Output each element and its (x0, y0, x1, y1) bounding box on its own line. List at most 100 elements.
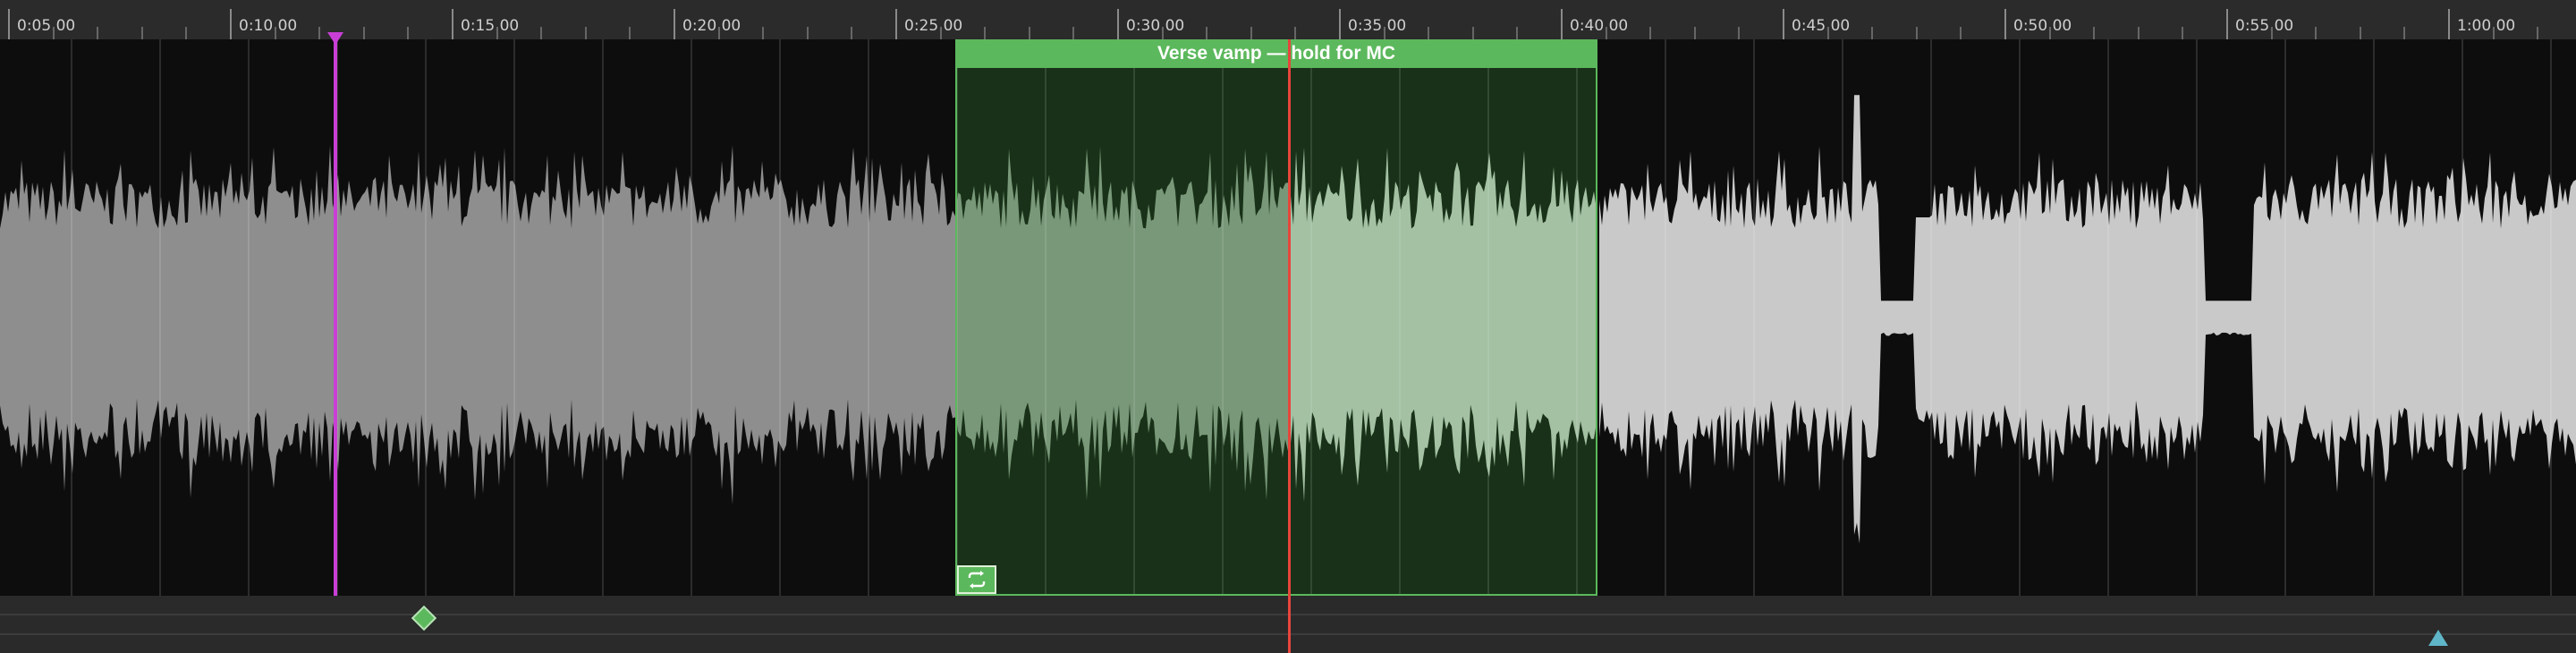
ruler-minor-tick (762, 27, 765, 39)
ruler-minor-tick (1738, 27, 1741, 39)
ruler-tick-label: 0:50.00 (2013, 17, 2072, 35)
ruler-tick: 0:05.00 (8, 9, 75, 39)
cue-playhead[interactable] (327, 32, 343, 596)
grid-line (2373, 39, 2375, 596)
ruler-minor-tick (140, 27, 143, 39)
ruler-tick: 0:20.00 (674, 9, 741, 39)
ruler-minor-tick (1428, 27, 1430, 39)
waveform-segment (0, 145, 955, 505)
ruler-minor-tick (1605, 27, 1607, 39)
grid-line (2550, 39, 2552, 596)
ruler-tick: 0:40.00 (1561, 9, 1628, 39)
ruler-minor-tick (185, 27, 188, 39)
ruler-minor-tick (1693, 27, 1696, 39)
ruler-minor-tick (318, 27, 321, 39)
ruler-minor-tick (1294, 27, 1297, 39)
ruler-tick-label: 0:30.00 (1126, 17, 1185, 35)
ruler-tick-label: 0:25.00 (904, 17, 963, 35)
loop-icon (968, 571, 986, 589)
grid-line (2462, 39, 2463, 596)
grid-line (248, 39, 250, 596)
loop-region[interactable]: Verse vamp — hold for MC (955, 39, 1597, 596)
ruler-minor-tick (2537, 27, 2539, 39)
ruler-minor-tick (2093, 27, 2096, 39)
region-label[interactable]: Verse vamp — hold for MC (955, 39, 1597, 68)
ruler-tick: 1:00.00 (2448, 9, 2515, 39)
grid-line (513, 39, 515, 596)
ruler-minor-tick (1960, 27, 1962, 39)
grid-line (1842, 39, 1843, 596)
ruler-tick-label: 0:20.00 (682, 17, 741, 35)
diamond-marker-icon[interactable] (411, 605, 437, 632)
grid-line (602, 39, 604, 596)
grid-line (1665, 39, 1666, 596)
ruler-minor-tick (2315, 27, 2318, 39)
ruler-minor-tick (984, 27, 987, 39)
ruler-minor-tick (629, 27, 631, 39)
waveform-segment (1599, 95, 2576, 544)
ruler-minor-tick (274, 27, 276, 39)
ruler-tick-label: 0:45.00 (1792, 17, 1851, 35)
grid-line (691, 39, 692, 596)
ruler-minor-tick (2137, 27, 2140, 39)
ruler-minor-tick (584, 27, 587, 39)
ruler-tick-label: 0:05.00 (17, 17, 76, 35)
grid-line (1930, 39, 1932, 596)
ruler-minor-tick (717, 27, 720, 39)
timeline-ruler[interactable]: 0:05.00 0:10.00 0:15.00 0:20.00 0:25.00 0:30.… (0, 0, 2576, 41)
playhead-line (334, 39, 337, 596)
ruler-minor-tick (1028, 27, 1030, 39)
ruler-minor-tick (939, 27, 942, 39)
ruler-minor-tick (2359, 27, 2361, 39)
ruler-minor-tick (2048, 27, 2051, 39)
ruler-minor-tick (806, 27, 809, 39)
ruler-minor-tick (1915, 27, 1918, 39)
ruler-minor-tick (1206, 27, 1208, 39)
ruler-minor-tick (496, 27, 498, 39)
ruler-minor-tick (851, 27, 853, 39)
ruler-minor-tick (2492, 27, 2495, 39)
grid-line (868, 39, 869, 596)
ruler-minor-tick (1649, 27, 1652, 39)
grid-line (2107, 39, 2109, 596)
ruler-minor-tick (1072, 27, 1075, 39)
ruler-minor-tick (2270, 27, 2273, 39)
ruler-tick: 0:10.00 (230, 9, 297, 39)
grid-line (779, 39, 781, 596)
ruler-minor-tick (97, 27, 99, 39)
ruler-tick: 0:30.00 (1117, 9, 1184, 39)
ruler-minor-tick (1871, 27, 1874, 39)
grid-line (159, 39, 161, 596)
ruler-minor-tick (1516, 27, 1519, 39)
grid-line (1753, 39, 1755, 596)
ruler-tick-label: 0:55.00 (2235, 17, 2294, 35)
ruler-minor-tick (1250, 27, 1252, 39)
grid-line (425, 39, 427, 596)
ruler-minor-tick (52, 27, 55, 39)
ruler-tick: 0:55.00 (2226, 9, 2293, 39)
ruler-tick: 0:45.00 (1783, 9, 1850, 39)
ruler-tick-label: 0:35.00 (1348, 17, 1407, 35)
grid-line (2284, 39, 2286, 596)
triangle-marker-icon[interactable] (2428, 630, 2448, 646)
grid-line (71, 39, 72, 596)
ruler-tick: 0:15.00 (452, 9, 519, 39)
ruler-tick: 0:50.00 (2004, 9, 2072, 39)
ruler-minor-tick (2182, 27, 2184, 39)
playhead[interactable] (1288, 39, 1291, 653)
ruler-tick-label: 1:00.00 (2457, 17, 2516, 35)
ruler-minor-tick (407, 27, 410, 39)
ruler-minor-tick (1383, 27, 1385, 39)
ruler-minor-tick (362, 27, 365, 39)
ruler-minor-tick (1161, 27, 1164, 39)
ruler-minor-tick (2403, 27, 2406, 39)
grid-line (2019, 39, 2021, 596)
ruler-tick-label: 0:40.00 (1570, 17, 1629, 35)
loop-button[interactable] (957, 565, 996, 594)
ruler-tick: 0:25.00 (895, 9, 962, 39)
ruler-tick: 0:35.00 (1339, 9, 1406, 39)
ruler-tick-label: 0:15.00 (461, 17, 520, 35)
ruler-minor-tick (1471, 27, 1474, 39)
grid-line (2196, 39, 2198, 596)
ruler-minor-tick (540, 27, 543, 39)
